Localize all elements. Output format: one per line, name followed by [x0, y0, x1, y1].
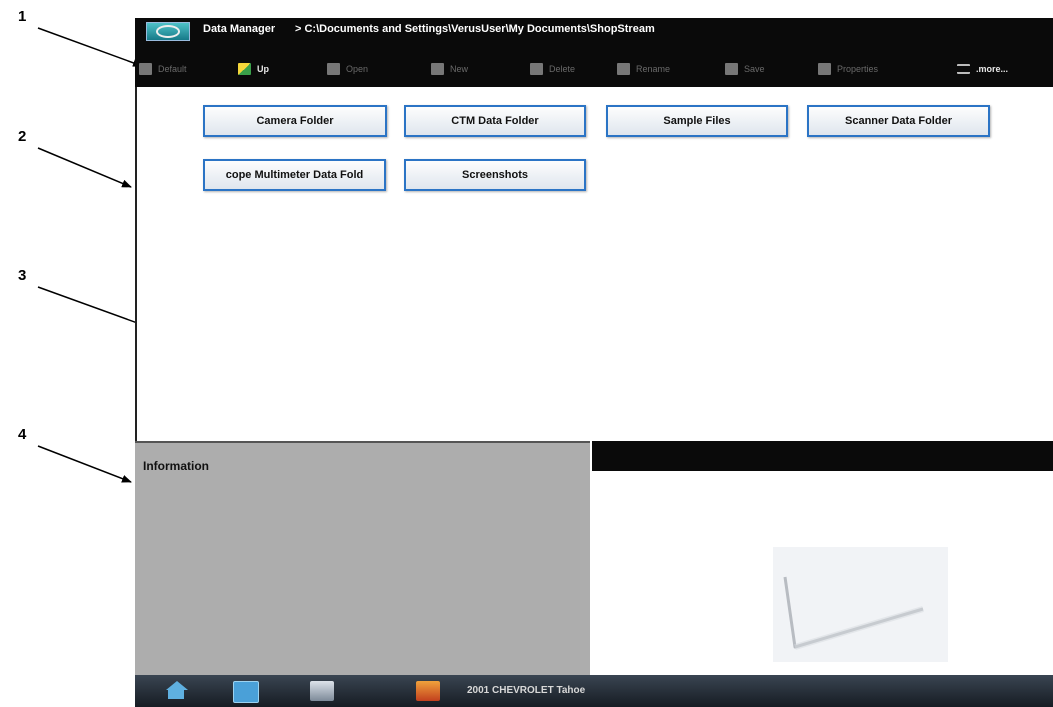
save-icon — [725, 63, 738, 75]
toolbar: Default Up Open New Delete Rename Save P… — [135, 51, 1053, 87]
screenshot-icon[interactable] — [233, 681, 259, 703]
new-label: New — [450, 64, 469, 74]
open-icon — [327, 63, 340, 75]
ctm-data-folder-button[interactable]: CTM Data Folder — [404, 105, 586, 137]
more-menu-icon — [957, 64, 970, 74]
callout-label-4: 4 — [18, 426, 27, 443]
screenshots-button[interactable]: Screenshots — [404, 159, 586, 191]
preview-header — [592, 441, 1053, 471]
scanner-data-folder-button[interactable]: Scanner Data Folder — [807, 105, 990, 137]
rename-label: Rename — [636, 64, 671, 74]
default-icon — [139, 63, 152, 75]
app-logo-icon — [146, 22, 190, 41]
home-icon[interactable] — [165, 681, 189, 701]
taskbar: 2001 CHEVROLET Tahoe — [135, 675, 1053, 707]
scope-multimeter-data-folder-button[interactable]: cope Multimeter Data Fold — [203, 159, 386, 191]
tools-icon[interactable] — [310, 681, 334, 701]
open-button[interactable]: Open — [327, 51, 368, 87]
new-icon — [431, 63, 444, 75]
vehicle-icon[interactable] — [416, 681, 440, 701]
default-label: Default — [158, 64, 187, 74]
title-bar: Data Manager > C:\Documents and Settings… — [135, 18, 1053, 51]
information-title: Information — [143, 459, 209, 473]
content-left-border — [135, 87, 137, 441]
delete-button[interactable]: Delete — [530, 51, 575, 87]
callout-arrow-4 — [37, 445, 132, 483]
rename-icon — [617, 63, 630, 75]
callout-arrow-1 — [37, 27, 143, 67]
information-panel: Information — [135, 441, 590, 675]
save-label: Save — [744, 64, 765, 74]
more-label: .more... — [976, 64, 1009, 74]
device-screen: Data Manager > C:\Documents and Settings… — [135, 18, 1053, 707]
current-path: > C:\Documents and Settings\VerusUser\My… — [295, 23, 655, 35]
properties-label: Properties — [837, 64, 879, 74]
callout-arrow-2 — [37, 147, 132, 188]
properties-icon — [818, 63, 831, 75]
up-button[interactable]: Up — [238, 51, 269, 87]
app-title: Data Manager — [203, 23, 276, 35]
properties-button[interactable]: Properties — [818, 51, 878, 87]
vehicle-label: 2001 CHEVROLET Tahoe — [467, 685, 586, 696]
callout-label-1: 1 — [18, 8, 27, 25]
sample-files-button[interactable]: Sample Files — [606, 105, 788, 137]
delete-icon — [530, 63, 543, 75]
default-button[interactable]: Default — [139, 51, 187, 87]
preview-panel — [592, 441, 1053, 675]
save-button[interactable]: Save — [725, 51, 765, 87]
up-label: Up — [257, 64, 269, 74]
preview-image — [773, 547, 948, 662]
camera-folder-button[interactable]: Camera Folder — [203, 105, 387, 137]
callout-label-2: 2 — [18, 128, 27, 145]
delete-label: Delete — [549, 64, 576, 74]
rename-button[interactable]: Rename — [617, 51, 670, 87]
more-button[interactable]: .more... — [957, 51, 1008, 87]
open-label: Open — [346, 64, 369, 74]
new-button[interactable]: New — [431, 51, 468, 87]
up-folder-icon — [238, 63, 251, 75]
callout-label-3: 3 — [18, 267, 27, 284]
